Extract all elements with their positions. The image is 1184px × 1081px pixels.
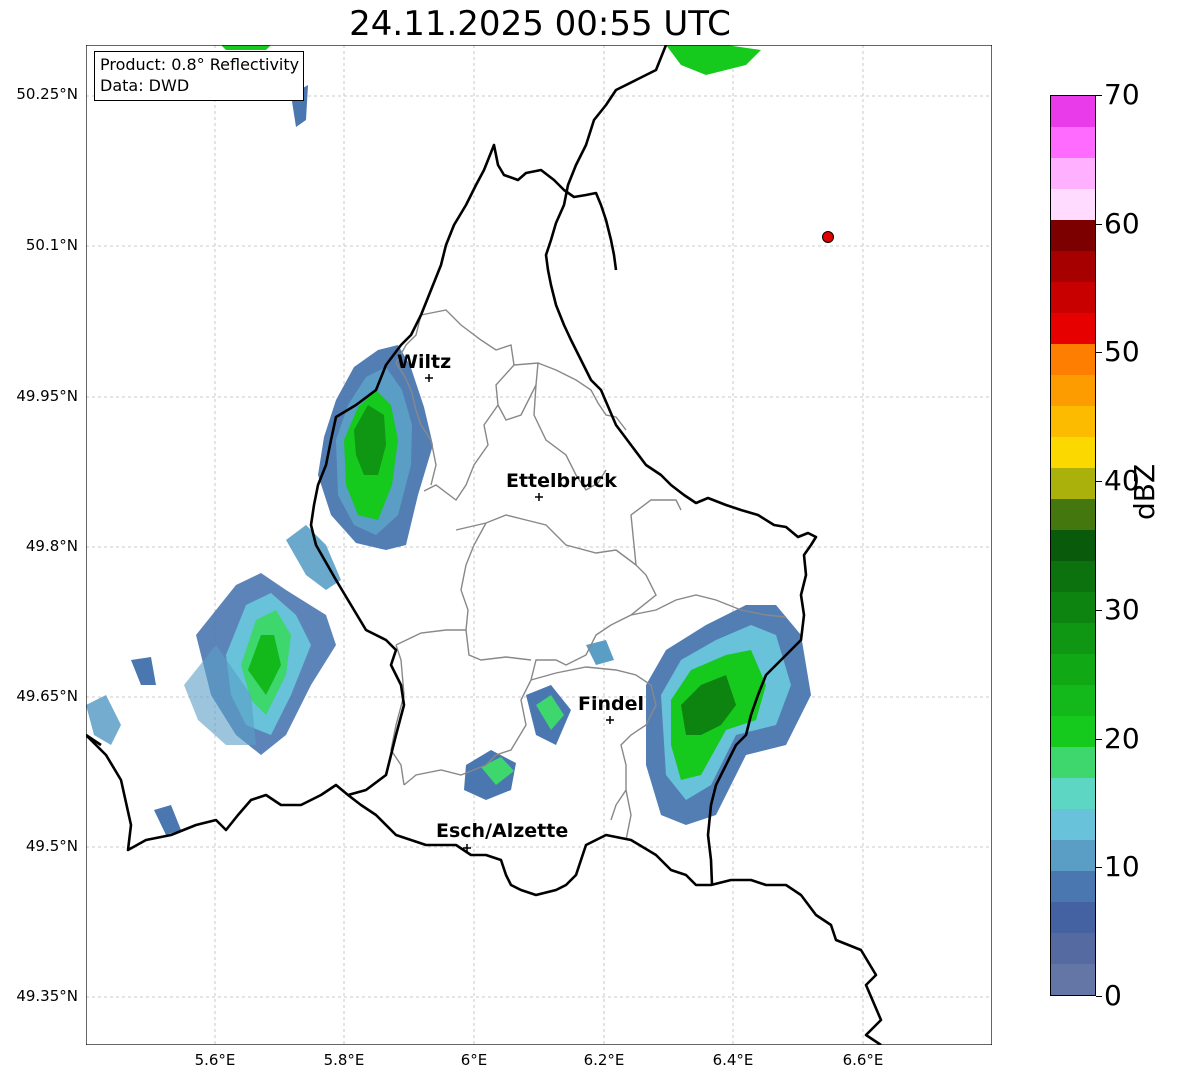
city-markers bbox=[425, 374, 614, 852]
map-plot-area[interactable] bbox=[86, 45, 992, 1045]
colorbar bbox=[1050, 95, 1096, 996]
colorbar-swatch bbox=[1051, 282, 1095, 313]
lat-tick-label: 50.1°N bbox=[25, 236, 78, 254]
colorbar-swatch bbox=[1051, 96, 1095, 127]
echo-cell bbox=[221, 45, 271, 50]
colorbar-swatch bbox=[1051, 933, 1095, 964]
info-box: Product: 0.8° Reflectivity Data: DWD bbox=[94, 51, 305, 101]
country-borders bbox=[86, 45, 883, 1045]
colorbar-swatch bbox=[1051, 623, 1095, 654]
colorbar-swatch bbox=[1051, 747, 1095, 778]
district-border bbox=[497, 384, 537, 421]
map-title: 24.11.2025 00:55 UTC bbox=[349, 4, 731, 44]
echo-cell bbox=[586, 640, 614, 665]
colorbar-tick-mark bbox=[1096, 996, 1102, 997]
colorbar-tick-mark bbox=[1096, 867, 1102, 869]
colorbar-swatch bbox=[1051, 654, 1095, 685]
colorbar-swatch bbox=[1051, 344, 1095, 375]
lon-tick-label: 6.2°E bbox=[583, 1051, 625, 1069]
lat-tick-label: 49.8°N bbox=[25, 537, 78, 555]
colorbar-swatch bbox=[1051, 499, 1095, 530]
city-marker-findel bbox=[606, 716, 614, 724]
district-border bbox=[625, 789, 632, 841]
colorbar-swatch bbox=[1051, 406, 1095, 437]
lon-tick-label: 5.6°E bbox=[194, 1051, 236, 1069]
colorbar-swatch bbox=[1051, 127, 1095, 158]
colorbar-tick-mark bbox=[1096, 223, 1102, 225]
colorbar-tick-label: 0 bbox=[1104, 979, 1122, 1012]
colorbar-swatch bbox=[1051, 220, 1095, 251]
colorbar-swatch bbox=[1051, 313, 1095, 344]
colorbar-swatch bbox=[1051, 158, 1095, 189]
colorbar-tick-label: 60 bbox=[1104, 206, 1140, 240]
colorbar-swatch bbox=[1051, 840, 1095, 871]
colorbar-tick-mark bbox=[1096, 481, 1102, 483]
lat-tick-label: 50.25°N bbox=[16, 85, 78, 103]
radar-echoes bbox=[86, 45, 811, 835]
colorbar-tick-label: 10 bbox=[1104, 850, 1140, 884]
colorbar-tick-mark bbox=[1096, 738, 1102, 740]
colorbar-tick-mark bbox=[1096, 609, 1102, 611]
colorbar-swatch bbox=[1051, 716, 1095, 747]
lon-tick-label: 6.4°E bbox=[712, 1051, 754, 1069]
info-data-source: Data: DWD bbox=[100, 76, 190, 95]
lon-tick-label: 6.6°E bbox=[842, 1051, 884, 1069]
colorbar-swatch bbox=[1051, 437, 1095, 468]
colorbar-swatch bbox=[1051, 778, 1095, 809]
map-canvas bbox=[86, 45, 992, 1045]
city-label-wiltz: Wiltz bbox=[397, 351, 452, 373]
echo-cell bbox=[154, 805, 181, 835]
colorbar-swatch bbox=[1051, 561, 1095, 592]
city-marker-wiltz bbox=[425, 374, 433, 382]
colorbar-swatch bbox=[1051, 964, 1095, 995]
city-marker-ettelbruck bbox=[535, 493, 543, 501]
district-border bbox=[455, 499, 682, 567]
lat-tick-label: 49.95°N bbox=[16, 387, 78, 405]
colorbar-tick-label: 30 bbox=[1104, 592, 1140, 626]
colorbar-swatch bbox=[1051, 530, 1095, 561]
info-product: Product: 0.8° Reflectivity bbox=[100, 55, 300, 74]
district-border bbox=[395, 522, 487, 646]
colorbar-swatch bbox=[1051, 375, 1095, 406]
echo-cell bbox=[131, 657, 156, 685]
lat-tick-label: 49.5°N bbox=[25, 837, 78, 855]
lat-tick-label: 49.65°N bbox=[16, 687, 78, 705]
district-border bbox=[465, 629, 532, 661]
colorbar-tick-label: 20 bbox=[1104, 721, 1140, 755]
city-label-esch-alzette: Esch/Alzette bbox=[436, 820, 569, 842]
colorbar-swatch bbox=[1051, 592, 1095, 623]
colorbar-swatch bbox=[1051, 685, 1095, 716]
lon-tick-label: 5.8°E bbox=[323, 1051, 365, 1069]
colorbar-label: dBZ bbox=[1128, 463, 1161, 520]
city-label-findel: Findel bbox=[578, 693, 645, 715]
lat-tick-label: 49.35°N bbox=[16, 987, 78, 1005]
colorbar-tick-mark bbox=[1096, 95, 1102, 96]
radar-site-marker bbox=[822, 231, 834, 243]
colorbar-tick-label: 70 bbox=[1104, 78, 1140, 111]
city-label-ettelbruck: Ettelbruck bbox=[506, 470, 617, 492]
colorbar-swatch bbox=[1051, 871, 1095, 902]
lon-tick-label: 6°E bbox=[460, 1051, 488, 1069]
colorbar-tick-label: 50 bbox=[1104, 335, 1140, 369]
colorbar-swatch bbox=[1051, 809, 1095, 840]
echo-cell bbox=[666, 45, 761, 75]
colorbar-swatch bbox=[1051, 251, 1095, 282]
colorbar-swatch bbox=[1051, 902, 1095, 933]
colorbar-tick-mark bbox=[1096, 352, 1102, 354]
colorbar-swatch bbox=[1051, 468, 1095, 499]
colorbar-swatch bbox=[1051, 189, 1095, 220]
country-border bbox=[419, 143, 618, 316]
